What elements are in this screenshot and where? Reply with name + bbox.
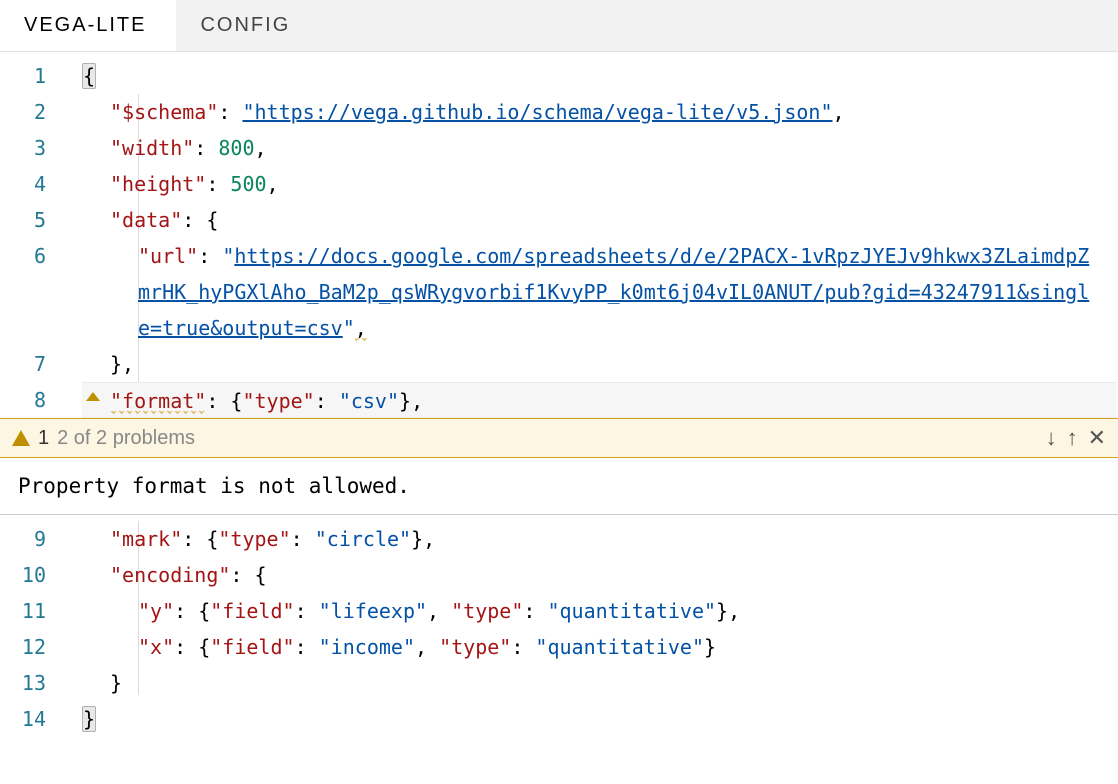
line-number: 2 xyxy=(0,94,56,130)
tab-config[interactable]: CONFIG xyxy=(176,0,320,51)
line-number: 12 xyxy=(0,629,56,665)
gutter: 1 2 3 4 5 6 7 8 xyxy=(0,52,56,418)
warning-marker-icon xyxy=(86,392,100,401)
code-area[interactable]: { "$schema": "https://vega.github.io/sch… xyxy=(56,52,1118,418)
line-number: 8 xyxy=(0,382,56,418)
code-line[interactable]: "data": { xyxy=(82,202,1118,238)
next-problem-button[interactable]: ↓ xyxy=(1046,425,1057,451)
code-line-active[interactable]: "format": {"type": "csv"}, xyxy=(82,382,1116,418)
line-number: 9 xyxy=(0,521,56,557)
code-line[interactable]: "encoding": { xyxy=(82,557,1118,593)
code-editor[interactable]: 1 2 3 4 5 6 7 8 { "$schema": "https://ve… xyxy=(0,52,1118,418)
problem-detail: Property format is not allowed. xyxy=(0,458,1118,515)
line-number: 13 xyxy=(0,665,56,701)
code-line[interactable]: { xyxy=(82,58,1118,94)
tab-bar: VEGA-LITE CONFIG xyxy=(0,0,1118,52)
problems-bar: 1 2 of 2 problems ↓ ↑ ✕ xyxy=(0,418,1118,458)
line-number: 6 xyxy=(0,238,56,346)
gutter: 9 10 11 12 13 14 xyxy=(0,515,56,737)
code-line[interactable]: } xyxy=(82,665,1118,701)
problems-summary: 2 of 2 problems xyxy=(57,427,195,450)
prev-problem-button[interactable]: ↑ xyxy=(1067,425,1078,451)
code-line[interactable]: "$schema": "https://vega.github.io/schem… xyxy=(82,94,1118,130)
line-number: 4 xyxy=(0,166,56,202)
line-number: 11 xyxy=(0,593,56,629)
tab-vega-lite[interactable]: VEGA-LITE xyxy=(0,0,176,51)
line-number: 7 xyxy=(0,346,56,382)
warning-icon xyxy=(12,430,30,446)
code-editor-lower[interactable]: 9 10 11 12 13 14 "mark": {"type": "circl… xyxy=(0,515,1118,737)
code-line[interactable]: }, xyxy=(82,346,1118,382)
close-problems-button[interactable]: ✕ xyxy=(1088,425,1106,451)
problems-count: 1 xyxy=(38,427,49,450)
code-line[interactable]: "url": "https://docs.google.com/spreadsh… xyxy=(82,238,1092,346)
line-number: 3 xyxy=(0,130,56,166)
code-line[interactable]: "x": {"field": "income", "type": "quanti… xyxy=(82,629,1118,665)
code-line[interactable]: "width": 800, xyxy=(82,130,1118,166)
line-number: 1 xyxy=(0,58,56,94)
code-line[interactable]: } xyxy=(82,701,1118,737)
code-area[interactable]: "mark": {"type": "circle"}, "encoding": … xyxy=(56,515,1118,737)
code-line[interactable]: "mark": {"type": "circle"}, xyxy=(82,521,1118,557)
line-number: 14 xyxy=(0,701,56,737)
line-number: 10 xyxy=(0,557,56,593)
code-line[interactable]: "height": 500, xyxy=(82,166,1118,202)
code-line[interactable]: "y": {"field": "lifeexp", "type": "quant… xyxy=(82,593,1118,629)
line-number: 5 xyxy=(0,202,56,238)
